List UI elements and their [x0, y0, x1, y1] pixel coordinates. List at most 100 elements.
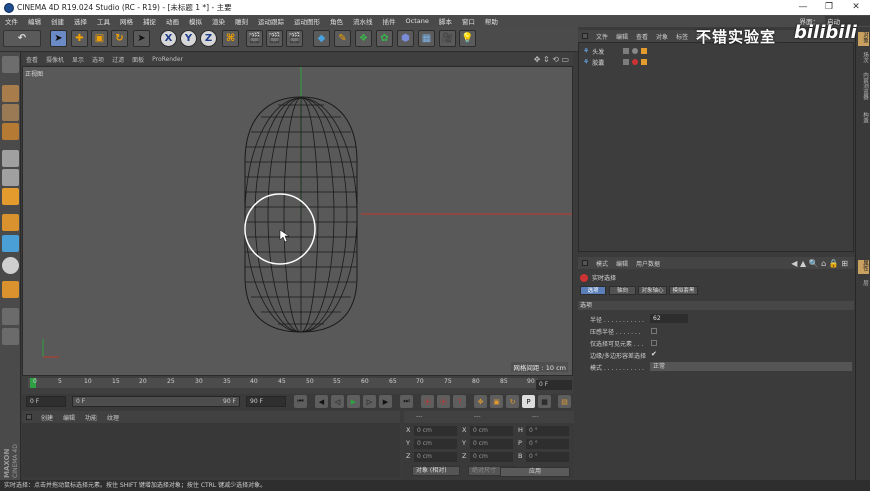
record-button[interactable]: ⦿: [421, 395, 434, 408]
position-key-button[interactable]: ✥: [474, 395, 487, 408]
tab-axis[interactable]: 轴向: [609, 286, 636, 295]
play-button[interactable]: ▶: [347, 395, 360, 408]
menu-file[interactable]: 文件: [0, 16, 23, 26]
object-list[interactable]: ⚘ 头发 ⚘ 胶囊: [578, 42, 854, 252]
go-to-start-button[interactable]: ⏮: [294, 395, 307, 408]
pressure-radius-checkbox[interactable]: [651, 328, 657, 334]
edge-tolerance-checkmark[interactable]: ✔: [651, 350, 657, 358]
current-frame-field[interactable]: 0 F: [536, 380, 572, 390]
visibility-dot-icon[interactable]: [632, 59, 639, 65]
minimize-button[interactable]: —: [790, 0, 816, 15]
menu-simulate[interactable]: 模拟: [184, 16, 207, 26]
rotate-button[interactable]: ↻: [111, 30, 128, 47]
mode-select[interactable]: 正常: [650, 362, 852, 371]
preview-range-slider[interactable]: 0 F 90 F: [72, 396, 240, 407]
snap-button[interactable]: [2, 257, 19, 274]
mat-menu-edit[interactable]: 编辑: [58, 413, 80, 422]
pos-z-field[interactable]: 0 cm: [414, 452, 457, 462]
menu-character[interactable]: 角色: [325, 16, 348, 26]
render-view-button[interactable]: 🎬: [246, 30, 263, 47]
light-button[interactable]: 💡: [459, 30, 476, 47]
z-axis-button[interactable]: Z: [200, 30, 217, 47]
attr-menu-userdata[interactable]: 用户数据: [632, 259, 664, 268]
tab-options[interactable]: 选项: [580, 286, 606, 295]
apply-button[interactable]: 应用: [500, 467, 570, 477]
maximize-button[interactable]: ❐: [816, 0, 842, 15]
menu-select[interactable]: 选择: [69, 16, 92, 26]
next-key-button[interactable]: ▶: [379, 395, 392, 408]
rot-p-field[interactable]: 0 °: [526, 439, 569, 449]
next-frame-button[interactable]: ▷: [363, 395, 376, 408]
y-axis-button[interactable]: Y: [180, 30, 197, 47]
live-select-button[interactable]: ➤: [50, 30, 67, 47]
material-area[interactable]: [22, 423, 400, 478]
menu-animate[interactable]: 动画: [161, 16, 184, 26]
menu-help[interactable]: 帮助: [480, 16, 503, 26]
obj-menu-file[interactable]: 文件: [592, 32, 612, 41]
vp-menu-filter[interactable]: 过滤: [108, 55, 128, 64]
pen-button[interactable]: ✎: [334, 30, 351, 47]
menu-snap[interactable]: 捕捉: [138, 16, 161, 26]
rot-h-field[interactable]: 0 °: [526, 426, 569, 436]
obj-menu-tags[interactable]: 标签: [672, 32, 692, 41]
coord-mode-select[interactable]: 对象 (相对): [412, 466, 460, 476]
viewport[interactable]: 正视图 网格间距: 10 cm: [22, 66, 573, 376]
mat-menu-texture[interactable]: 纹理: [102, 413, 124, 422]
menu-plugins[interactable]: 插件: [378, 16, 401, 26]
floor-button[interactable]: ▦: [418, 30, 435, 47]
size-y-field[interactable]: 0 cm: [470, 439, 513, 449]
vp-menu-panel[interactable]: 面板: [128, 55, 148, 64]
attr-menu-edit[interactable]: 编辑: [612, 259, 632, 268]
camera-button[interactable]: 🎥: [439, 30, 456, 47]
scale-key-button[interactable]: ▣: [490, 395, 503, 408]
viewport-nav-icons[interactable]: ✥ ⇕ ⟲ ▭: [530, 55, 573, 64]
visibility-dot-icon[interactable]: [632, 48, 639, 54]
close-button[interactable]: ✕: [843, 0, 869, 15]
subdivision-button[interactable]: ❖: [355, 30, 372, 47]
menu-create[interactable]: 创建: [46, 16, 69, 26]
viewport-canvas[interactable]: [23, 67, 573, 376]
menu-tools[interactable]: 工具: [92, 16, 115, 26]
workplane-mode-button[interactable]: [2, 123, 19, 140]
obj-menu-edit[interactable]: 编辑: [612, 32, 632, 41]
obj-menu-view[interactable]: 查看: [632, 32, 652, 41]
menu-pipeline[interactable]: 流水线: [348, 16, 378, 26]
vp-menu-cameras[interactable]: 摄像机: [42, 55, 68, 64]
prev-frame-button[interactable]: ◁: [331, 395, 344, 408]
menu-window[interactable]: 窗口: [457, 16, 480, 26]
pos-x-field[interactable]: 0 cm: [414, 426, 457, 436]
axis-mode-button[interactable]: [2, 214, 19, 231]
model-mode-button[interactable]: [2, 85, 19, 102]
obj-menu-object[interactable]: 对象: [652, 32, 672, 41]
render-picture-viewer-button[interactable]: 🎬: [266, 30, 283, 47]
size-x-field[interactable]: 0 cm: [470, 426, 513, 436]
menu-motion-tracking[interactable]: 运动跟踪: [253, 16, 289, 26]
tab-soft-selection[interactable]: 模拟套黑: [669, 286, 698, 295]
menu-octane[interactable]: Octane: [401, 17, 434, 25]
size-z-field[interactable]: 0 cm: [470, 452, 513, 462]
pos-y-field[interactable]: 0 cm: [414, 439, 457, 449]
right-tab-layers[interactable]: 层: [858, 280, 869, 294]
menu-render[interactable]: 渲染: [207, 16, 230, 26]
move-button[interactable]: ✚: [71, 30, 88, 47]
only-visible-checkbox[interactable]: [651, 340, 657, 346]
menu-edit[interactable]: 编辑: [23, 16, 46, 26]
tab-object-axis[interactable]: 对象轴心: [638, 286, 667, 295]
vp-menu-display[interactable]: 显示: [68, 55, 88, 64]
edges-mode-button[interactable]: [2, 169, 19, 186]
undo-button[interactable]: ↶: [3, 30, 41, 47]
enable-snap-button[interactable]: [2, 281, 19, 298]
start-frame-field[interactable]: 0 F: [26, 396, 66, 407]
right-tab-content-browser[interactable]: 内容浏览器: [858, 72, 869, 106]
recent-tool-button[interactable]: ➤: [133, 30, 150, 47]
points-mode-button[interactable]: [2, 150, 19, 167]
render-settings-button[interactable]: 🎬: [286, 30, 303, 47]
right-tab-structure[interactable]: 构造: [858, 112, 869, 126]
hair-material-tag-icon[interactable]: [641, 48, 648, 54]
right-tab-takes[interactable]: 场次: [858, 52, 869, 66]
vp-menu-prorender[interactable]: ProRender: [148, 56, 187, 63]
timeline-window-button[interactable]: ▤: [558, 395, 571, 408]
cloner-button[interactable]: ✿: [376, 30, 393, 47]
vp-menu-view[interactable]: 查看: [22, 55, 42, 64]
coordinate-system-button[interactable]: ⌘: [222, 30, 239, 47]
